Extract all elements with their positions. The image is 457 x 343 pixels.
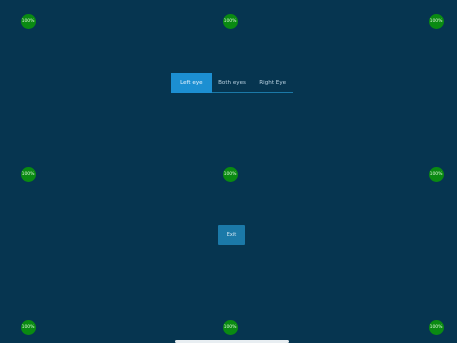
marker-bottom-right: 100% [428,319,444,335]
marker-top-center: 100% [222,13,238,29]
marker-middle-right: 100% [428,166,444,182]
eye-selector: Left eye Both eyes Right Eye [171,73,294,93]
marker-top-left: 100% [20,13,36,29]
marker-middle-center: 100% [222,166,238,182]
tab-both-eyes[interactable]: Both eyes [211,73,253,93]
marker-middle-left: 100% [20,166,36,182]
exit-button[interactable]: Exit [218,225,245,245]
marker-top-right: 100% [428,13,444,29]
tab-right-eye[interactable]: Right Eye [252,73,294,93]
marker-bottom-center: 100% [222,319,238,335]
tab-left-eye[interactable]: Left eye [171,73,212,93]
marker-bottom-left: 100% [20,319,36,335]
